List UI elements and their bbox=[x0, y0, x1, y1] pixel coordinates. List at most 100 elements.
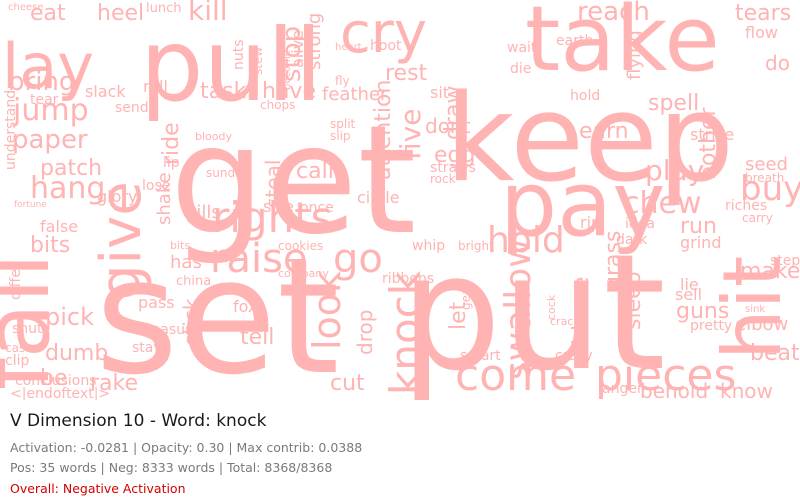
cloud-word: heel bbox=[97, 1, 144, 26]
cloud-word: die bbox=[510, 61, 531, 77]
cloud-word: fly bbox=[335, 74, 350, 88]
cloud-word: five bbox=[394, 109, 427, 160]
cloud-word: flow bbox=[745, 23, 778, 42]
cloud-word: lie bbox=[680, 275, 699, 294]
cloud-word: cut bbox=[330, 371, 365, 396]
cloud-word: breath bbox=[745, 171, 784, 185]
cloud-word: china bbox=[176, 274, 211, 289]
cloud-word: become bbox=[282, 50, 293, 90]
cloud-word: gills bbox=[185, 202, 221, 223]
cloud-word: shut bbox=[12, 321, 43, 337]
cloud-word: blame bbox=[569, 276, 594, 345]
cloud-word: measure bbox=[138, 322, 199, 338]
cloud-word: knock bbox=[381, 270, 430, 395]
cloud-word: slip bbox=[330, 129, 351, 143]
word-cloud-canvas: getset putkeeptakepullpayfall hitlaycome pi… bbox=[0, 0, 800, 400]
cloud-word: clip bbox=[5, 353, 29, 369]
cloud-word: bloody bbox=[195, 130, 232, 143]
cloud-word: strong bbox=[304, 13, 325, 70]
cloud-word: pick bbox=[45, 303, 94, 331]
cloud-word: lunch bbox=[146, 1, 181, 16]
cloud-word: task bbox=[200, 79, 247, 104]
cloud-word: tear bbox=[30, 92, 59, 108]
cloud-word: pass bbox=[138, 293, 175, 312]
cloud-word: slack bbox=[85, 82, 126, 101]
word-cloud: get set put keep take pull pay fall hit lay come pi… bbox=[0, 0, 800, 400]
cloud-word: flying bbox=[624, 30, 645, 80]
cloud-word: rest bbox=[385, 61, 428, 86]
cloud-word: elbow bbox=[735, 314, 788, 335]
cloud-word: stew bbox=[251, 47, 265, 75]
cloud-word: bits bbox=[170, 239, 190, 252]
cloud-word: swallow bbox=[498, 238, 539, 380]
activation-stats: Activation: -0.0281 | Opacity: 0.30 | Ma… bbox=[10, 440, 363, 455]
cloud-word: roll bbox=[143, 77, 168, 96]
cloud-word: size bbox=[263, 197, 294, 216]
cloud-word: feather bbox=[322, 84, 388, 105]
cloud-word: earth bbox=[556, 33, 593, 49]
cloud-word: cry bbox=[340, 1, 427, 66]
cloud-word: lip bbox=[163, 155, 180, 171]
cloud-word: send bbox=[115, 100, 149, 116]
cloud-word: call bbox=[296, 159, 334, 184]
cloud-word: glory bbox=[97, 187, 137, 206]
cloud-word: look bbox=[305, 271, 349, 350]
cloud-word: dont bbox=[425, 114, 471, 138]
cloud-word: fortune bbox=[14, 200, 47, 210]
cloud-word: anger bbox=[602, 381, 643, 397]
cloud-word: tell bbox=[240, 325, 274, 350]
cloud-word: pretty bbox=[690, 318, 732, 334]
cloud-word: dumb bbox=[45, 341, 108, 366]
cloud-word: cookies bbox=[278, 239, 323, 253]
cloud-word: kill bbox=[188, 0, 228, 27]
cloud-word: idea bbox=[625, 216, 655, 232]
cloud-word: do bbox=[765, 51, 790, 75]
cloud-word: smart bbox=[460, 348, 501, 364]
cloud-word: patch bbox=[40, 156, 102, 181]
cloud-word: stay bbox=[132, 340, 162, 356]
cloud-word: hoot bbox=[370, 38, 402, 54]
cloud-word: know bbox=[720, 379, 773, 400]
cloud-word: ribbons bbox=[382, 271, 434, 287]
cloud-word: split bbox=[330, 117, 356, 131]
cloud-word: rock bbox=[430, 172, 456, 186]
cloud-word: paper bbox=[12, 125, 88, 155]
cloud-word: cheese bbox=[8, 2, 44, 13]
cloud-word: bright bbox=[458, 239, 494, 253]
cloud-word: has bbox=[170, 252, 202, 273]
cloud-word: sunday bbox=[206, 166, 250, 180]
cloud-word: sit bbox=[430, 83, 449, 102]
cloud-word: crack bbox=[550, 315, 580, 328]
cloud-word: false bbox=[40, 217, 78, 236]
cloud-word: nuts bbox=[231, 39, 247, 70]
cloud-word: beat bbox=[750, 341, 800, 366]
cloud-word: dark bbox=[616, 232, 648, 248]
cloud-word: lose bbox=[142, 178, 170, 194]
cloud-word: sink bbox=[745, 304, 765, 315]
cloud-word: differ bbox=[8, 263, 24, 300]
cloud-word: whip bbox=[412, 238, 445, 254]
cloud-word: company bbox=[278, 267, 329, 280]
cloud-word: spell bbox=[648, 91, 699, 116]
cloud-word: behold bbox=[640, 379, 708, 400]
cloud-word: understand bbox=[3, 90, 19, 170]
cloud-word: once bbox=[300, 200, 334, 216]
cloud-word: hold bbox=[570, 88, 600, 104]
cloud-word: rip bbox=[580, 213, 601, 232]
cloud-word: wait bbox=[507, 40, 537, 56]
cloud-word: heart bbox=[335, 42, 362, 53]
overall-activation: Overall: Negative Activation bbox=[10, 481, 186, 496]
cloud-word: grind bbox=[680, 233, 721, 252]
cloud-word: gear bbox=[459, 283, 473, 310]
cloud-word: carry bbox=[742, 211, 773, 225]
word-counts: Pos: 35 words | Neg: 8333 words | Total:… bbox=[10, 460, 333, 475]
cloud-word: cast bbox=[5, 341, 30, 355]
cloud-word: reach bbox=[577, 0, 650, 27]
cloud-word: chops bbox=[260, 98, 295, 112]
cloud-word: fox bbox=[233, 297, 257, 316]
cloud-word: step bbox=[770, 253, 800, 269]
cloud-word: conclusions bbox=[15, 373, 97, 389]
cloud-word: circle bbox=[357, 188, 400, 207]
cloud-word: bits bbox=[30, 233, 70, 258]
cloud-word: earn bbox=[579, 119, 629, 144]
